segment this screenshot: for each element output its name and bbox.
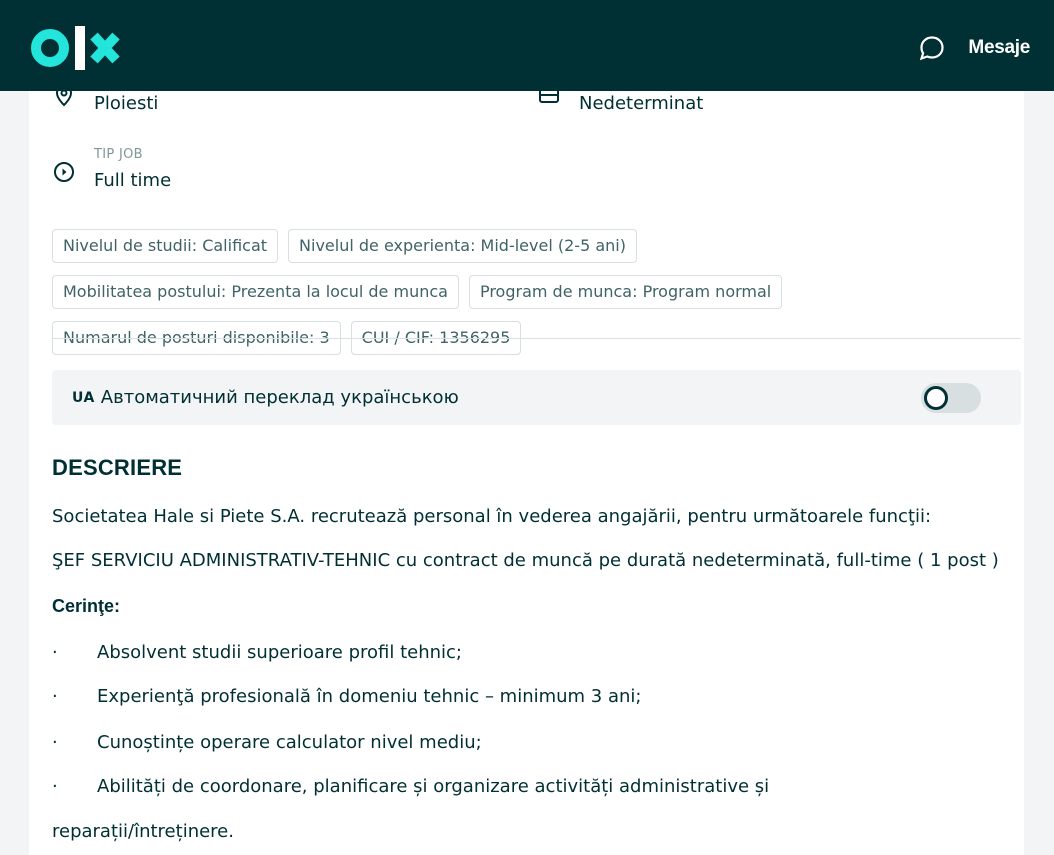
requirement-text: Absolvent studii superioare profil tehni…	[97, 642, 462, 663]
tag-experience: Nivelul de experienta: Mid-level (2-5 an…	[288, 229, 637, 263]
toggle-knob	[924, 386, 948, 410]
job-type-value: Full time	[94, 170, 172, 191]
tag-education: Nivelul de studii: Calificat	[52, 229, 279, 263]
tag-schedule: Program de munca: Program normal	[468, 275, 783, 309]
language-code: UA	[72, 389, 95, 406]
top-header: Mesaje	[0, 0, 1054, 91]
section-divider	[52, 338, 1021, 339]
bullet-marker: ·	[52, 776, 58, 797]
job-type-info: TIP JOB Full time	[52, 147, 171, 191]
clock-icon	[54, 162, 74, 182]
translation-bar: UA Автоматичний переклад українською	[52, 370, 1021, 425]
bullet-marker: ·	[52, 686, 58, 707]
description-position: ŞEF SERVICIU ADMINISTRATIV-TEHNIC cu con…	[52, 550, 999, 571]
requirement-item: · Abilități de coordonare, planificare ș…	[52, 776, 769, 797]
contract-value: Nedeterminat	[579, 93, 704, 114]
bullet-marker: ·	[52, 732, 58, 753]
requirement-item: · Absolvent studii superioare profil teh…	[52, 642, 462, 663]
translation-label: Автоматичний переклад українською	[100, 387, 459, 408]
ad-card: Ploiesti Nedeterminat TIP JOB Full time …	[29, 0, 1024, 855]
requirement-item: · Experienţă profesională în domeniu teh…	[52, 686, 641, 707]
messages-link[interactable]: Mesaje	[918, 34, 1030, 62]
translation-toggle[interactable]	[921, 383, 981, 413]
location-value: Ploiesti	[94, 93, 159, 114]
requirement-continuation: reparații/întreținere.	[52, 821, 234, 842]
messages-label: Mesaje	[968, 37, 1030, 58]
requirement-item: · Cunoștințe operare calculator nivel me…	[52, 732, 482, 753]
requirement-text: Abilități de coordonare, planificare și …	[97, 776, 770, 797]
job-type-label: TIP JOB	[94, 147, 143, 162]
bullet-marker: ·	[52, 642, 58, 663]
requirement-text: Cunoștințe operare calculator nivel medi…	[97, 732, 482, 753]
olx-logo[interactable]	[30, 24, 122, 72]
attribute-tags: Nivelul de studii: Calificat Nivelul de …	[52, 229, 1012, 367]
chat-bubble-icon	[920, 36, 945, 61]
requirements-title: Cerinţe:	[52, 596, 121, 616]
requirement-text: Experienţă profesională în domeniu tehni…	[97, 686, 642, 707]
tag-mobility: Mobilitatea postului: Prezenta la locul …	[52, 275, 459, 309]
description-title: DESCRIERE	[52, 455, 183, 480]
description-intro: Societatea Hale si Piete S.A. recrutează…	[52, 506, 932, 527]
